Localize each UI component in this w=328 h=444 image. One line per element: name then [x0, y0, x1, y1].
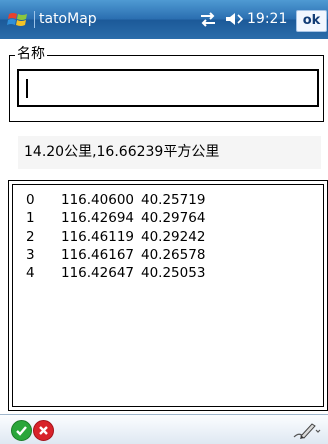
- cancel-button[interactable]: [33, 420, 54, 441]
- point-index: 1: [26, 210, 35, 227]
- list-item[interactable]: 3 116.46167 40.26578: [13, 246, 323, 264]
- list-item[interactable]: 2 116.46119 40.29242: [13, 228, 323, 246]
- green-check-icon: [16, 426, 27, 436]
- text-caret: [26, 79, 28, 98]
- measure-info-text: 14.20公里,16.66239平方公里: [24, 144, 220, 160]
- list-item[interactable]: 1 116.42694 40.29764: [13, 209, 323, 227]
- clock[interactable]: 19:21: [247, 10, 287, 28]
- list-item[interactable]: 0 116.40600 40.25719: [13, 191, 323, 209]
- app-title: tatoMap: [39, 11, 97, 27]
- point-latitude: 40.25719: [141, 192, 206, 208]
- title-separator: [34, 11, 35, 28]
- point-index: 2: [26, 228, 35, 245]
- pen-input-icon[interactable]: [291, 421, 321, 441]
- point-latitude: 40.25053: [141, 265, 206, 282]
- point-index: 3: [26, 246, 35, 263]
- point-index: 0: [26, 192, 35, 208]
- point-longitude: 116.46119: [61, 228, 135, 245]
- name-input[interactable]: [17, 69, 319, 107]
- point-longitude: 116.46167: [61, 246, 135, 263]
- title-bar: tatoMap 19:21 ok: [0, 0, 328, 39]
- network-arrows-icon[interactable]: [199, 12, 217, 27]
- speaker-icon[interactable]: [225, 11, 243, 27]
- ok-button[interactable]: ok: [296, 10, 327, 32]
- bottom-toolbar: [0, 414, 328, 444]
- point-latitude: 40.29242: [141, 228, 206, 245]
- windows-flag-icon[interactable]: [7, 9, 29, 31]
- points-list[interactable]: 0 116.40600 40.25719 1 116.42694 40.29764 2 116…: [8, 180, 328, 411]
- point-longitude: 116.42694: [61, 210, 135, 227]
- list-item[interactable]: 4 116.42647 40.25053: [13, 264, 323, 282]
- point-index: 4: [26, 265, 35, 282]
- point-longitude: 116.40600: [61, 192, 135, 208]
- name-label: 名称: [15, 46, 47, 63]
- confirm-button[interactable]: [11, 420, 32, 441]
- red-x-icon: [39, 426, 48, 435]
- point-latitude: 40.26578: [141, 246, 206, 263]
- measure-info: 14.20公里,16.66239平方公里: [18, 136, 321, 169]
- points-list-inner: 0 116.40600 40.25719 1 116.42694 40.29764 2 116…: [12, 184, 324, 407]
- point-latitude: 40.29764: [141, 210, 206, 227]
- point-longitude: 116.42647: [61, 265, 135, 282]
